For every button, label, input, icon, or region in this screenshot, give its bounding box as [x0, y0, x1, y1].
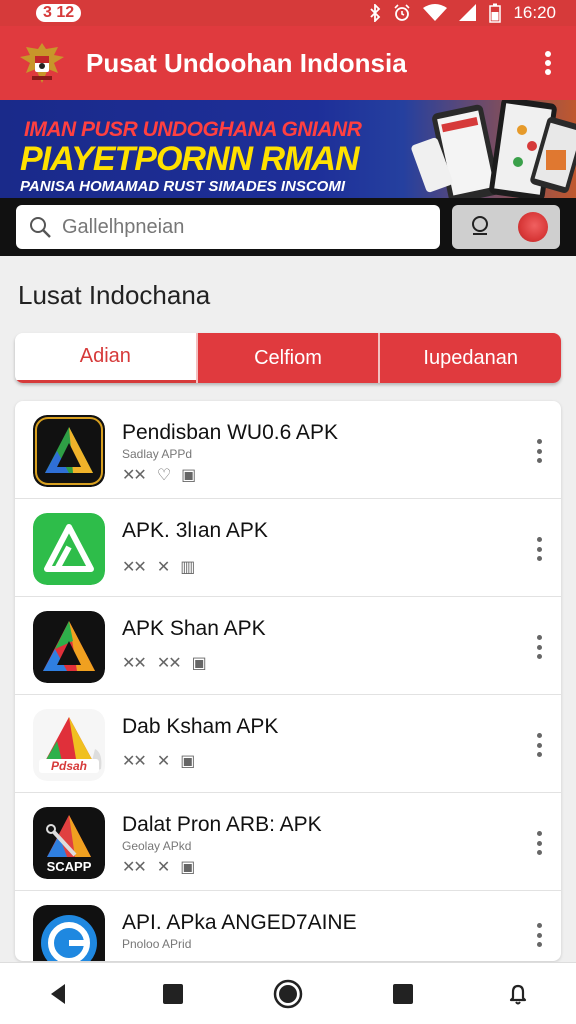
globe-blue-icon [33, 905, 105, 961]
section-title: Lusat Indochana [18, 280, 211, 310]
row-menu-icon[interactable] [535, 537, 543, 561]
search-box[interactable] [16, 205, 440, 249]
rating-icon: ✕✕ [122, 559, 147, 576]
app-subtitle: Sadlay APPd [122, 447, 193, 461]
app-name: API. APka ANGED7AINE [122, 911, 357, 934]
rating-icon: ✕✕ [122, 467, 147, 484]
battery-icon [489, 3, 502, 23]
app-subtitle: Geolay APkd [122, 839, 192, 853]
app-name: Dab Ksham APK [122, 715, 279, 738]
tab-iupedanan[interactable]: Iupedanan [378, 333, 561, 383]
bluetooth-icon [370, 4, 381, 22]
close-icon: ✕ [156, 559, 170, 576]
category-tabs: Adian Celfiom Iupedanan [15, 333, 561, 383]
rating-icon: ✕✕ [122, 859, 147, 876]
app-title: Pusat Undoohan Indonsia [86, 47, 407, 78]
rating-icon: ✕✕ [122, 655, 147, 672]
app-name: Pendisban WU0.6 APK [122, 421, 338, 444]
triangle-dark-icon [33, 415, 105, 487]
alarm-icon [394, 4, 411, 21]
app-name: APK. 3lıan APK [122, 519, 268, 542]
banner-subtitle: PANISA HOMAMAD RUST SIMADES INSCOMI [20, 178, 346, 195]
list-item[interactable]: Pdsah Dab Ksham APK ✕✕ ✕ ▣ [15, 695, 561, 793]
more-vertical-icon[interactable] [538, 48, 558, 78]
package-icon: ▣ [181, 467, 196, 484]
app-list: Pendisban WU0.6 APK Sadlay APPd ✕✕ ♡ ▣ A… [15, 401, 561, 961]
app-subtitle: Pnoloo APrid [122, 937, 192, 951]
garuda-emblem-icon [20, 43, 64, 83]
list-item[interactable]: Pendisban WU0.6 APK Sadlay APPd ✕✕ ♡ ▣ [15, 401, 561, 499]
tab-adian[interactable]: Adian [15, 333, 196, 383]
trash-icon: ▥ [180, 559, 195, 576]
row-menu-icon[interactable] [535, 831, 543, 855]
back-icon[interactable] [38, 974, 78, 1014]
close-icon: ✕ [156, 753, 170, 770]
promo-banner[interactable]: IMAN PUSR UNDOGHANA GNIANR PIAYETPORNN R… [0, 100, 576, 198]
banner-title: PIAYETPORNN RMAN [20, 140, 359, 178]
status-bar: 3 12 16:20 [0, 0, 576, 26]
recent-icon[interactable] [383, 974, 423, 1014]
status-time: 16:20 [513, 3, 556, 22]
list-item[interactable]: APK Shan APK ✕✕ ✕✕ ▣ [15, 597, 561, 695]
row-menu-icon[interactable] [535, 923, 543, 947]
search-strip [0, 198, 576, 256]
notification-badge: 3 12 [36, 4, 82, 22]
wifi-icon [423, 4, 448, 21]
search-input[interactable] [62, 215, 422, 239]
triangle-green-icon [33, 513, 105, 585]
toggle-knob[interactable] [518, 212, 548, 242]
microphone-icon [472, 216, 488, 235]
triangle-sticker-icon: Pdsah [33, 709, 105, 781]
package-icon: ▣ [180, 859, 195, 876]
package-icon: ▣ [180, 753, 195, 770]
app-name: Dalat Pron ARB: APK [122, 813, 322, 836]
tab-celfiom[interactable]: Celfiom [195, 333, 379, 383]
search-icon [30, 217, 51, 238]
heart-icon: ♡ [156, 467, 171, 484]
rating-icon: ✕✕ [122, 753, 147, 770]
triangle-rainbow-icon [33, 611, 105, 683]
signal-icon [459, 4, 477, 21]
app-name: APK Shan APK [122, 617, 266, 640]
row-menu-icon[interactable] [535, 635, 543, 659]
banner-phones-image [411, 100, 576, 198]
app-bar: Pusat Undoohan Indonsia [0, 26, 576, 100]
row-menu-icon[interactable] [535, 733, 543, 757]
link-icon: ✕✕ [156, 655, 182, 672]
close-icon: ✕ [156, 859, 170, 876]
list-item[interactable]: SCAPP Dalat Pron ARB: APK Geolay APkd ✕✕… [15, 793, 561, 891]
bell-icon[interactable] [498, 974, 538, 1014]
sticker-label: Pdsah [51, 759, 87, 773]
list-item[interactable]: API. APka ANGED7AINE Pnoloo APrid [15, 891, 561, 961]
system-nav-bar [0, 962, 576, 1024]
home-icon[interactable] [268, 974, 308, 1014]
banner-headline: IMAN PUSR UNDOGHANA GNIANR [24, 118, 362, 141]
triangle-scapp-icon: SCAPP [33, 807, 105, 879]
list-item[interactable]: APK. 3lıan APK ✕✕ ✕ ▥ [15, 499, 561, 597]
scapp-label: SCAPP [47, 859, 92, 874]
mode-toggle[interactable] [452, 205, 560, 249]
row-menu-icon[interactable] [535, 439, 543, 463]
package-icon: ▣ [191, 655, 207, 672]
stop-icon[interactable] [153, 974, 193, 1014]
